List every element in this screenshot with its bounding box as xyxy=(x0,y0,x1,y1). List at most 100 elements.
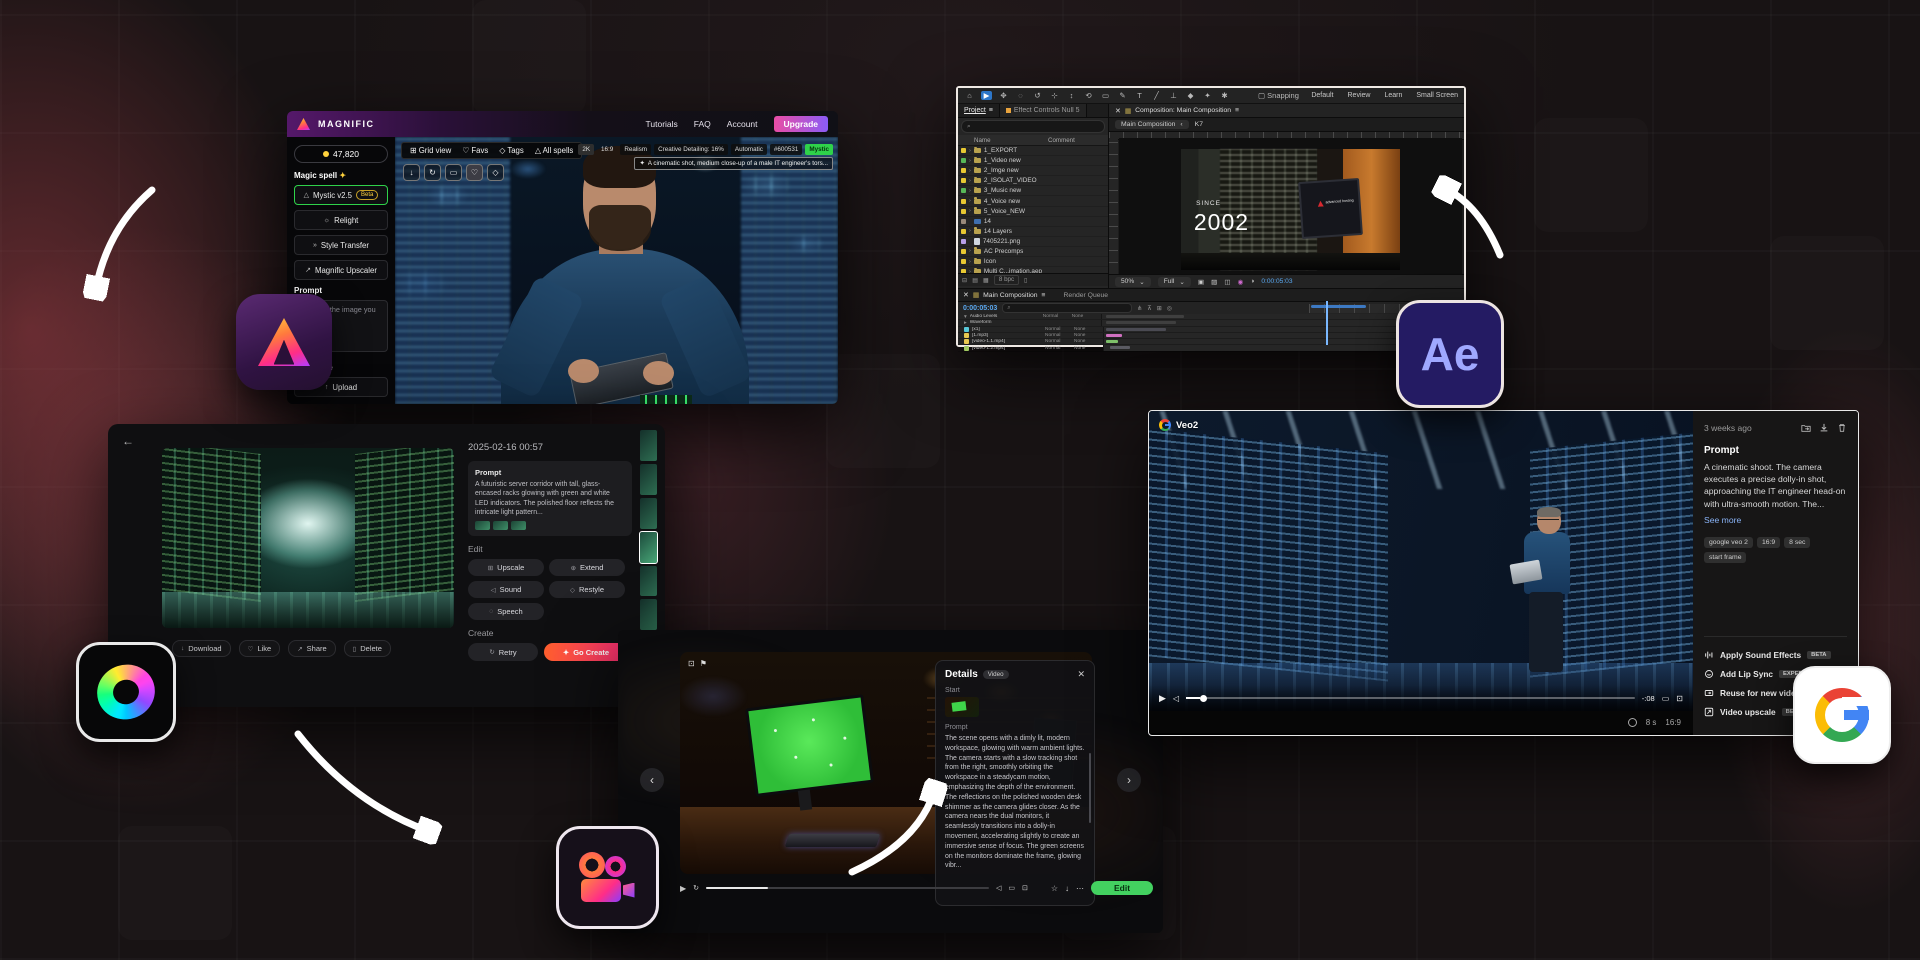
pan-tool-icon[interactable]: ⊹ xyxy=(1049,91,1060,100)
file-row[interactable]: ›14 xyxy=(958,217,1108,227)
orbit-tool-icon[interactable]: ↺ xyxy=(1032,91,1043,100)
delete-button[interactable]: ▯Delete xyxy=(344,640,391,657)
play-button[interactable]: ▶ xyxy=(680,884,686,893)
google-app-icon[interactable] xyxy=(1793,666,1891,764)
spell-upscaler-button[interactable]: ↗ Magnific Upscaler xyxy=(294,260,388,280)
current-timecode[interactable]: 0:00:05:03 xyxy=(963,305,997,312)
new-comp-icon[interactable]: ▦ xyxy=(983,277,989,284)
hand-tool-icon[interactable]: ✥ xyxy=(998,91,1009,100)
carousel-prev-button[interactable]: ‹ xyxy=(640,768,664,792)
all-spells-button[interactable]: △ All spells xyxy=(535,146,574,155)
pip-button[interactable]: ▭ xyxy=(1008,884,1015,892)
mask-toggle-icon[interactable]: ◫ xyxy=(1224,278,1230,286)
file-row[interactable]: ›1_Video new xyxy=(958,156,1108,166)
see-more-link[interactable]: See more xyxy=(1704,515,1847,525)
history-thumb[interactable] xyxy=(640,430,657,461)
move-to-folder-icon[interactable] xyxy=(1801,423,1811,433)
home-tool-icon[interactable]: ⌂ xyxy=(964,91,975,100)
veo-video-player[interactable]: Veo2 ▶ ◁ -:08 ▭ ⊡ xyxy=(1149,411,1693,711)
puppet-tool-icon[interactable]: ✱ xyxy=(1219,91,1230,100)
brush-tool-icon[interactable]: ╱ xyxy=(1151,91,1162,100)
nav-faq[interactable]: FAQ xyxy=(694,119,711,129)
hailuo-app-icon[interactable] xyxy=(76,642,176,742)
timeline-search-input[interactable]: ⌕ xyxy=(1002,303,1132,313)
upscale-button[interactable]: ⊞Upscale xyxy=(468,559,544,576)
dolly-tool-icon[interactable]: ↕ xyxy=(1066,91,1077,100)
favorite-button[interactable]: ♡ xyxy=(466,164,483,181)
generated-image[interactable] xyxy=(162,448,454,628)
speech-button[interactable]: ◌Speech xyxy=(468,603,544,620)
roi-icon[interactable]: ▣ xyxy=(1198,278,1204,286)
volume-button[interactable]: ◁ xyxy=(1173,694,1179,703)
retry-button[interactable]: ↻Retry xyxy=(468,643,538,661)
interpret-footage-icon[interactable]: ⊟ xyxy=(962,277,967,284)
timeline-tab-render-queue[interactable]: Render Queue xyxy=(1064,292,1109,299)
layer-row[interactable]: [video-1.2.mp4]NormalNone xyxy=(958,345,1464,351)
sound-button[interactable]: ◁Sound xyxy=(468,581,544,598)
transparency-grid-icon[interactable]: ▨ xyxy=(1211,278,1217,286)
resolution-dropdown[interactable]: Full ⌄ xyxy=(1158,277,1191,287)
video-camera-app-icon[interactable] xyxy=(556,826,659,929)
magnification-dropdown[interactable]: 50% ⌄ xyxy=(1115,277,1151,287)
magnific-app-icon[interactable] xyxy=(236,294,332,390)
composition-mini-flowchart-icon[interactable]: ⋔ xyxy=(1137,305,1142,312)
file-row[interactable]: ›14 Layers xyxy=(958,227,1108,237)
flag-icon[interactable]: ⚑ xyxy=(700,659,707,668)
workspace-learn[interactable]: Learn xyxy=(1384,92,1402,99)
spell-relight-button[interactable]: ☼ Relight xyxy=(294,210,388,230)
history-thumb[interactable] xyxy=(640,498,657,529)
channels-icon[interactable]: ◉ xyxy=(1238,278,1244,286)
expand-icon[interactable]: ⊡ xyxy=(688,659,695,668)
history-thumb-selected[interactable] xyxy=(640,532,657,563)
history-thumb[interactable] xyxy=(640,599,657,630)
download-icon[interactable] xyxy=(1819,423,1829,433)
history-thumb[interactable] xyxy=(640,464,657,495)
play-button[interactable]: ▶ xyxy=(1159,693,1166,704)
panel-menu-icon[interactable]: ≡ xyxy=(1235,107,1239,114)
viewer-timecode[interactable]: 0:00:05:03 xyxy=(1261,278,1292,285)
exposure-icon[interactable]: ◑ xyxy=(1250,278,1254,285)
column-comment[interactable]: Comment xyxy=(1048,137,1075,144)
apply-sound-effects-button[interactable]: Apply Sound Effects BETA xyxy=(1704,645,1847,664)
tag-button[interactable]: ◇ xyxy=(487,164,504,181)
snapping-checkbox[interactable]: ▢ Snapping xyxy=(1258,91,1299,100)
composition-tab[interactable]: Composition: Main Composition xyxy=(1135,107,1231,114)
fullscreen-button[interactable]: ⊡ xyxy=(1676,694,1683,703)
prompt-text[interactable]: The scene opens with a dimly lit, modern… xyxy=(945,734,1085,876)
rotate-tool-icon[interactable]: ⟲ xyxy=(1083,91,1094,100)
clone-tool-icon[interactable]: ⊥ xyxy=(1168,91,1179,100)
tab-effect-controls[interactable]: Effect Controls Null 5 xyxy=(1000,104,1087,117)
prompt-card[interactable]: Prompt A futuristic server corridor with… xyxy=(468,461,632,536)
composition-viewer[interactable]: advanced hosting SINCE 2002 xyxy=(1119,138,1462,275)
start-frame-thumbnail[interactable] xyxy=(945,697,979,717)
eraser-tool-icon[interactable]: ◆ xyxy=(1185,91,1196,100)
frame-blending-icon[interactable]: ⊞ xyxy=(1157,305,1162,312)
file-row[interactable]: ›3_Music new xyxy=(958,186,1108,196)
workspace-default[interactable]: Default xyxy=(1311,92,1333,99)
file-row[interactable]: ›5_Voice_NEW xyxy=(958,207,1108,217)
favorite-button[interactable]: ☆ xyxy=(1051,884,1058,893)
bit-depth-button[interactable]: 8 bpc xyxy=(994,275,1019,285)
rotobrush-tool-icon[interactable]: ✦ xyxy=(1202,91,1213,100)
pen-tool-icon[interactable]: ✎ xyxy=(1117,91,1128,100)
loop-button[interactable]: ↻ xyxy=(693,884,699,892)
more-options-button[interactable]: ⋯ xyxy=(1076,884,1084,893)
close-icon[interactable]: ✕ xyxy=(1115,107,1121,115)
motion-blur-icon[interactable]: ◎ xyxy=(1167,305,1172,312)
file-row[interactable]: ›4_Voice new xyxy=(958,196,1108,206)
delete-button[interactable]: ▭ xyxy=(445,164,462,181)
back-button[interactable]: ← xyxy=(122,434,134,448)
file-row[interactable]: ›7405221.png xyxy=(958,237,1108,247)
timeline-tab-main[interactable]: Main Composition xyxy=(983,292,1037,299)
trash-icon[interactable] xyxy=(1837,423,1847,433)
file-row[interactable]: ›2_Imge new xyxy=(958,166,1108,176)
download-button[interactable]: ↓ xyxy=(1065,884,1069,893)
file-row[interactable]: ›1_EXPORT xyxy=(958,146,1108,156)
upgrade-button[interactable]: Upgrade xyxy=(774,116,828,132)
scrollbar[interactable] xyxy=(1089,753,1092,823)
comp-dropdown[interactable]: Main Composition ‹ xyxy=(1115,120,1189,129)
close-icon[interactable]: ✕ xyxy=(963,291,969,299)
grid-view-button[interactable]: ⊞ Grid view xyxy=(410,146,451,155)
file-row[interactable]: ›2_ISOLAT_VIDEO xyxy=(958,176,1108,186)
nav-tutorials[interactable]: Tutorials xyxy=(646,119,678,129)
